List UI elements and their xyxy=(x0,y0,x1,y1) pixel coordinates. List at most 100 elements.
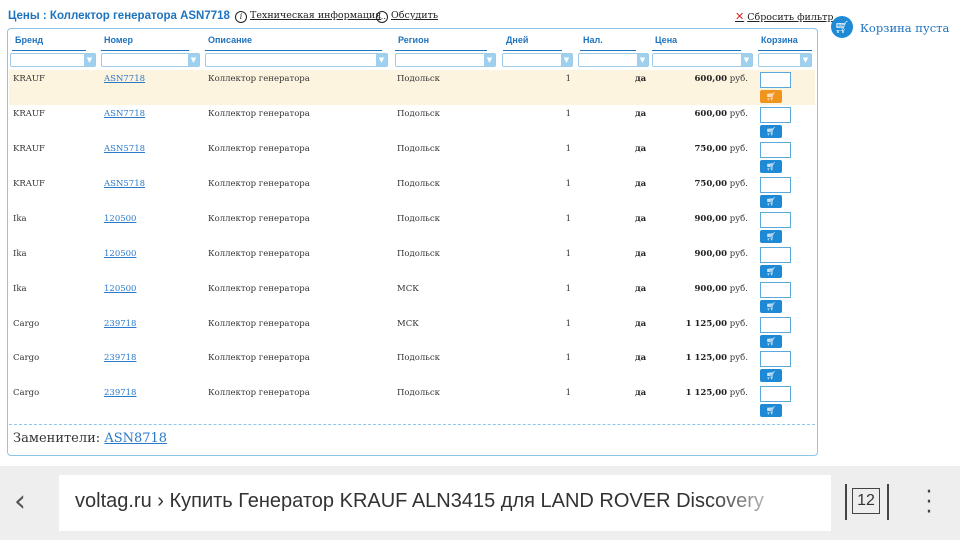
add-to-cart-button[interactable]: 🛒︎ xyxy=(760,160,782,173)
discuss-link[interactable]: … Обсудить xyxy=(376,10,438,23)
cell-price: 900,00 руб. xyxy=(649,214,749,224)
col-header-price[interactable]: Цена xyxy=(652,35,741,51)
cell-number-link[interactable]: ASN7718 xyxy=(104,74,145,84)
cell-brand: KRAUF xyxy=(13,179,45,189)
cell-brand: Cargo xyxy=(13,388,40,398)
add-to-cart-button[interactable]: 🛒︎ xyxy=(760,300,782,313)
cell-days: 1 xyxy=(565,144,571,154)
top-bar: Цены : Коллектор генератора ASN7718 i Тех… xyxy=(0,0,833,28)
add-to-cart-button[interactable]: 🛒︎ xyxy=(760,335,782,348)
price-currency: руб. xyxy=(729,319,748,329)
chat-bubble-icon: … xyxy=(376,11,388,23)
cell-region: Подольск xyxy=(397,388,440,398)
filter-region[interactable]: ▼ xyxy=(395,53,496,67)
discuss-label: Обсудить xyxy=(391,10,439,21)
cell-description: Коллектор генератора xyxy=(208,179,310,189)
col-header-region[interactable]: Регион xyxy=(395,35,487,51)
cell-number-link[interactable]: 239718 xyxy=(104,319,136,329)
reset-filter-link[interactable]: ✕ Сбросить фильтр xyxy=(735,10,833,23)
cell-brand: Ika xyxy=(13,249,27,259)
table-row: KRAUF ASN7718 Коллектор генератора Подол… xyxy=(9,105,815,140)
cell-brand: Ika xyxy=(13,214,27,224)
filter-cart[interactable]: ▼ xyxy=(758,53,812,67)
address-bar[interactable]: voltag.ru › Купить Генератор KRAUF ALN34… xyxy=(59,475,831,531)
cell-region: Подольск xyxy=(397,109,440,119)
cart-icon: 🛒︎ xyxy=(765,371,777,380)
cell-number-link[interactable]: 120500 xyxy=(104,214,136,224)
tech-info-link[interactable]: i Техническая информация xyxy=(235,10,381,23)
cell-days: 1 xyxy=(565,249,571,259)
substitute-link[interactable]: ASN8718 xyxy=(104,431,167,446)
add-to-cart-button[interactable]: 🛒︎ xyxy=(760,369,782,382)
col-header-brand[interactable]: Бренд xyxy=(12,35,86,51)
tab-switcher-button[interactable]: 12 xyxy=(845,484,889,520)
col-header-stock[interactable]: Нал. xyxy=(580,35,636,51)
cell-brand: KRAUF xyxy=(13,74,45,84)
filter-brand[interactable]: ▼ xyxy=(10,53,96,67)
filter-stock[interactable]: ▼ xyxy=(578,53,649,67)
col-header-days[interactable]: Дней xyxy=(503,35,562,51)
quantity-input[interactable] xyxy=(760,212,791,228)
cell-price: 1 125,00 руб. xyxy=(649,388,748,398)
substitutes-label: Заменители: ASN8718 xyxy=(13,431,167,446)
quantity-input[interactable] xyxy=(760,386,791,402)
chevron-down-icon: ▼ xyxy=(561,54,572,66)
quantity-input[interactable] xyxy=(760,317,791,333)
table-row: Cargo 239718 Коллектор генератора МСК 1 … xyxy=(9,315,815,350)
price-currency: руб. xyxy=(729,144,748,154)
cell-number-link[interactable]: ASN7718 xyxy=(104,109,145,119)
browser-toolbar: ‹ voltag.ru › Купить Генератор KRAUF ALN… xyxy=(0,466,960,540)
cell-price: 750,00 руб. xyxy=(649,179,749,189)
cell-region: Подольск xyxy=(397,249,440,259)
filter-number[interactable]: ▼ xyxy=(101,53,200,67)
cell-price: 1 125,00 руб. xyxy=(649,319,748,329)
table-row: Ika 120500 Коллектор генератора Подольск… xyxy=(9,210,815,245)
substitutes-section: Заменители: ASN8718 xyxy=(9,424,815,451)
quantity-input[interactable] xyxy=(760,351,791,367)
url-fade xyxy=(711,475,831,531)
cell-number-link[interactable]: ASN5718 xyxy=(104,179,145,189)
quantity-input[interactable] xyxy=(760,247,791,263)
add-to-cart-button[interactable]: 🛒︎ xyxy=(760,265,782,278)
cell-number-link[interactable]: 239718 xyxy=(104,388,136,398)
cell-price: 600,00 руб. xyxy=(649,109,749,119)
reset-filter-label: Сбросить фильтр xyxy=(747,12,834,23)
more-vert-icon[interactable]: · · · xyxy=(919,482,939,524)
back-arrow-icon[interactable]: ‹ xyxy=(14,482,44,522)
filter-price[interactable]: ▼ xyxy=(652,53,753,67)
cell-number-link[interactable]: 239718 xyxy=(104,353,136,363)
cart-icon: 🛒︎ xyxy=(765,197,777,206)
cell-days: 1 xyxy=(565,74,571,84)
add-to-cart-button[interactable]: 🛒︎ xyxy=(760,90,782,103)
cell-region: Подольск xyxy=(397,353,440,363)
price-value: 900,00 xyxy=(694,284,728,294)
cell-stock: да xyxy=(635,144,647,154)
quantity-input[interactable] xyxy=(760,177,791,193)
add-to-cart-button[interactable]: 🛒︎ xyxy=(760,230,782,243)
cell-description: Коллектор генератора xyxy=(208,353,310,363)
price-value: 1 125,00 xyxy=(685,319,728,329)
price-value: 900,00 xyxy=(694,214,728,224)
add-to-cart-button[interactable]: 🛒︎ xyxy=(760,125,782,138)
substitutes-title: Заменители: xyxy=(13,431,101,446)
add-to-cart-button[interactable]: 🛒︎ xyxy=(760,195,782,208)
filter-days[interactable]: ▼ xyxy=(502,53,573,67)
cell-number-link[interactable]: 120500 xyxy=(104,249,136,259)
cell-number-link[interactable]: 120500 xyxy=(104,284,136,294)
price-value: 900,00 xyxy=(694,249,728,259)
quantity-input[interactable] xyxy=(760,72,791,88)
cart-icon: 🛒︎ xyxy=(765,267,777,276)
cell-region: Подольск xyxy=(397,144,440,154)
quantity-input[interactable] xyxy=(760,107,791,123)
tab-count: 12 xyxy=(852,488,880,514)
cell-days: 1 xyxy=(565,388,571,398)
filter-description[interactable]: ▼ xyxy=(205,53,388,67)
col-header-number[interactable]: Номер xyxy=(101,35,189,51)
quantity-input[interactable] xyxy=(760,282,791,298)
cell-description: Коллектор генератора xyxy=(208,144,310,154)
cell-number-link[interactable]: ASN5718 xyxy=(104,144,145,154)
add-to-cart-button[interactable]: 🛒︎ xyxy=(760,404,782,417)
cell-stock: да xyxy=(635,179,647,189)
col-header-description[interactable]: Описание xyxy=(205,35,382,51)
quantity-input[interactable] xyxy=(760,142,791,158)
